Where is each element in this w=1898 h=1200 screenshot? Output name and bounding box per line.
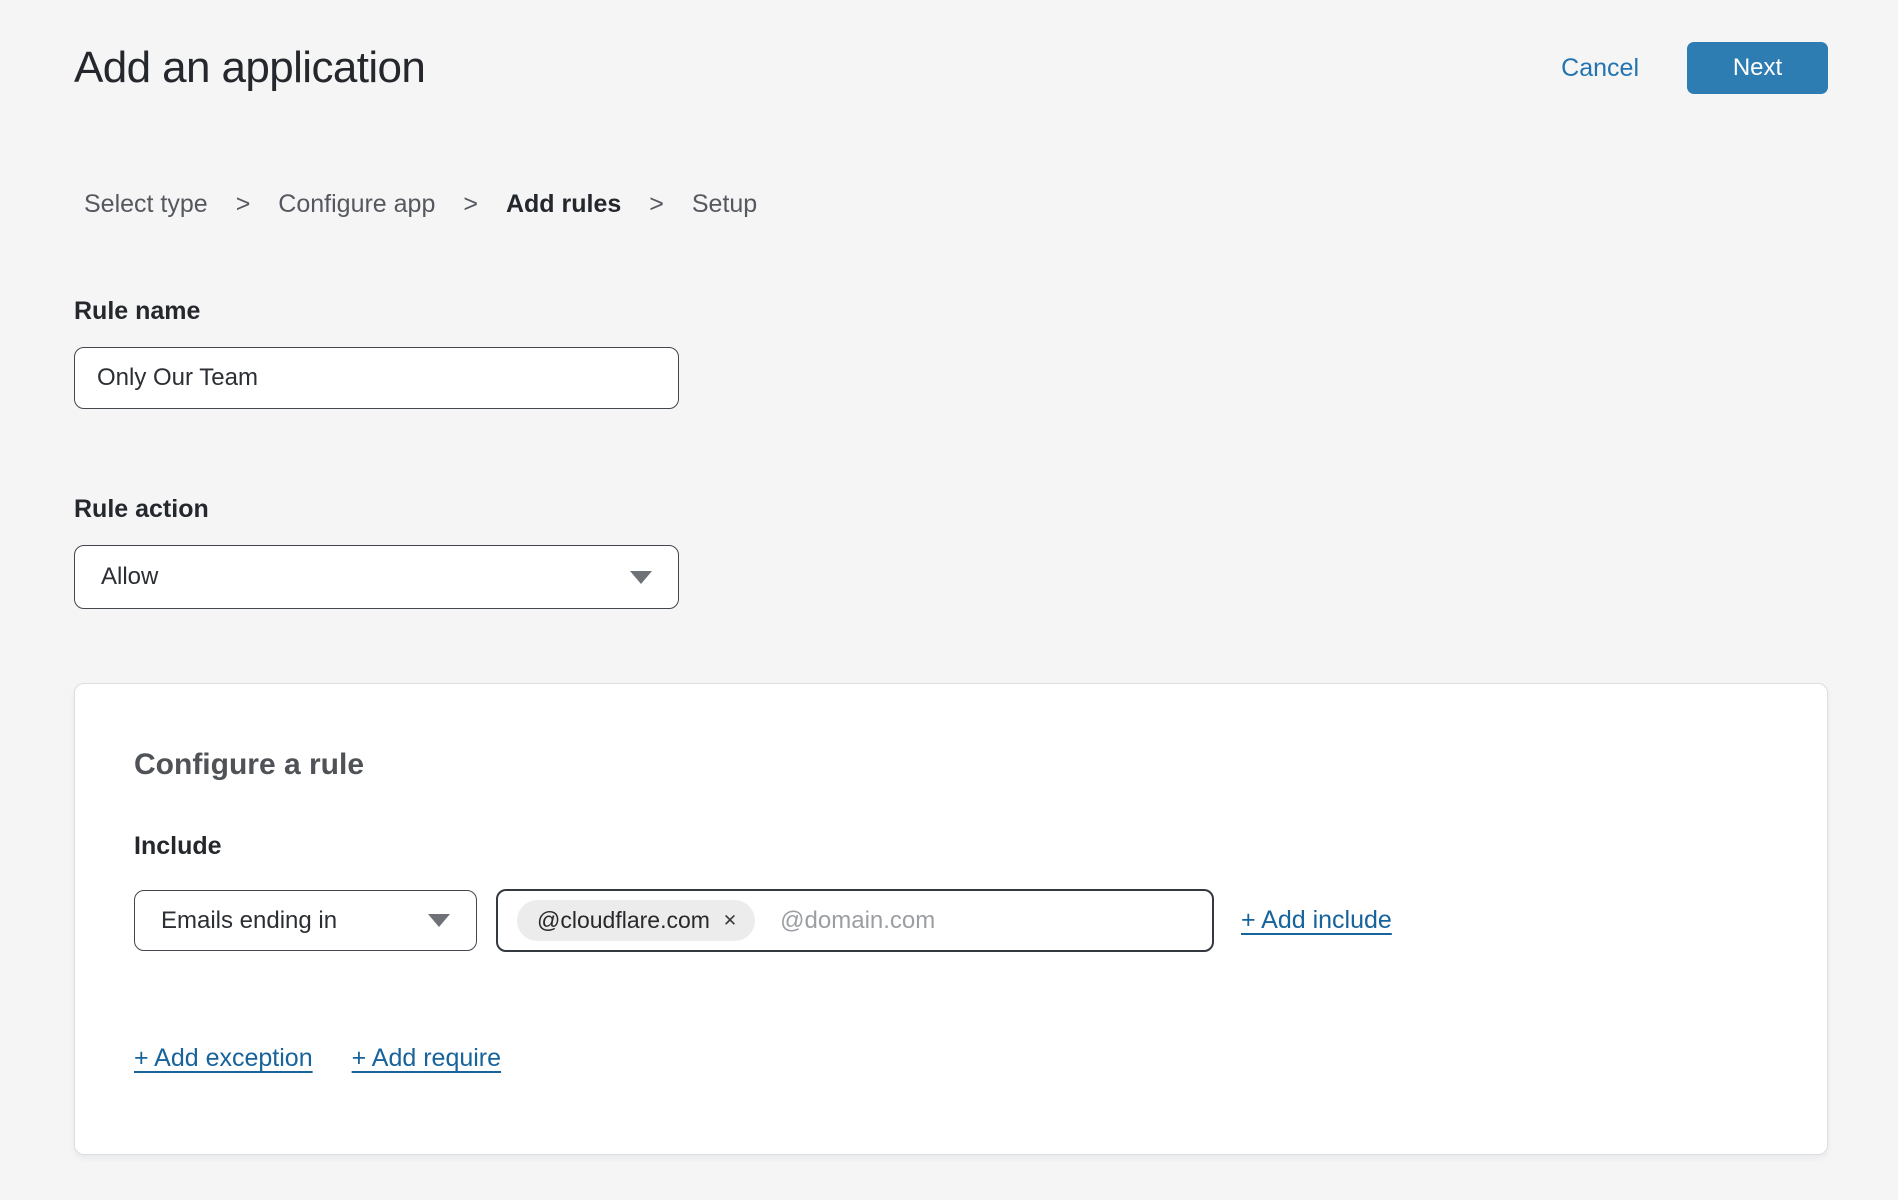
- rule-name-field: Rule name: [74, 297, 1828, 409]
- rule-links-row: + Add exception + Add require: [134, 1044, 1768, 1073]
- configure-rule-title: Configure a rule: [134, 748, 1768, 782]
- header-actions: Cancel Next: [1561, 42, 1828, 94]
- breadcrumb-step-add-rules[interactable]: Add rules: [506, 190, 621, 219]
- chevron-down-icon: [428, 914, 450, 927]
- breadcrumb-separator-icon: >: [236, 190, 251, 219]
- breadcrumb: Select type > Configure app > Add rules …: [74, 190, 1828, 219]
- email-domain-input[interactable]: [780, 907, 1202, 935]
- email-domain-chip-label: @cloudflare.com: [537, 907, 710, 934]
- breadcrumb-step-select-type[interactable]: Select type: [84, 190, 208, 219]
- email-domains-tag-input[interactable]: @cloudflare.com ✕: [496, 889, 1214, 952]
- cancel-button[interactable]: Cancel: [1561, 54, 1639, 83]
- page-title: Add an application: [74, 43, 425, 93]
- add-require-link[interactable]: + Add require: [352, 1044, 501, 1073]
- rule-action-selected-value: Allow: [101, 563, 158, 591]
- rule-action-select[interactable]: Allow: [74, 545, 679, 609]
- breadcrumb-step-configure-app[interactable]: Configure app: [278, 190, 435, 219]
- include-selector-selected-value: Emails ending in: [161, 907, 337, 935]
- rule-action-field: Rule action Allow: [74, 495, 1828, 609]
- add-application-page: Add an application Cancel Next Select ty…: [0, 0, 1898, 1200]
- next-button[interactable]: Next: [1687, 42, 1828, 94]
- rule-name-input[interactable]: [74, 347, 679, 409]
- email-domain-chip: @cloudflare.com ✕: [517, 900, 755, 941]
- include-label: Include: [134, 832, 1768, 861]
- remove-chip-icon[interactable]: ✕: [723, 912, 737, 929]
- add-exception-link[interactable]: + Add exception: [134, 1044, 313, 1073]
- page-header: Add an application Cancel Next: [74, 42, 1828, 94]
- include-selector-select[interactable]: Emails ending in: [134, 890, 477, 951]
- rule-name-label: Rule name: [74, 297, 1828, 326]
- breadcrumb-separator-icon: >: [649, 190, 664, 219]
- configure-rule-card: Configure a rule Include Emails ending i…: [74, 683, 1828, 1155]
- breadcrumb-separator-icon: >: [463, 190, 478, 219]
- rule-action-label: Rule action: [74, 495, 1828, 524]
- chevron-down-icon: [630, 571, 652, 584]
- include-rule-row: Emails ending in @cloudflare.com ✕ + Add…: [134, 889, 1768, 952]
- breadcrumb-step-setup[interactable]: Setup: [692, 190, 757, 219]
- add-include-link[interactable]: + Add include: [1241, 906, 1392, 935]
